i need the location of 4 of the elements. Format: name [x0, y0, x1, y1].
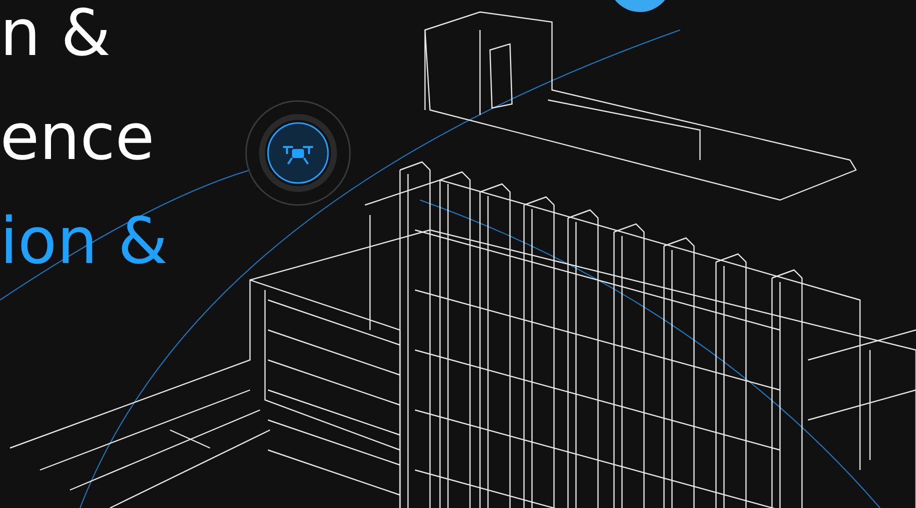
headline-text: ion &: [0, 210, 168, 274]
drone-icon: [245, 100, 351, 206]
headline-text: ence: [0, 106, 154, 170]
headline-text: n &: [0, 2, 111, 66]
